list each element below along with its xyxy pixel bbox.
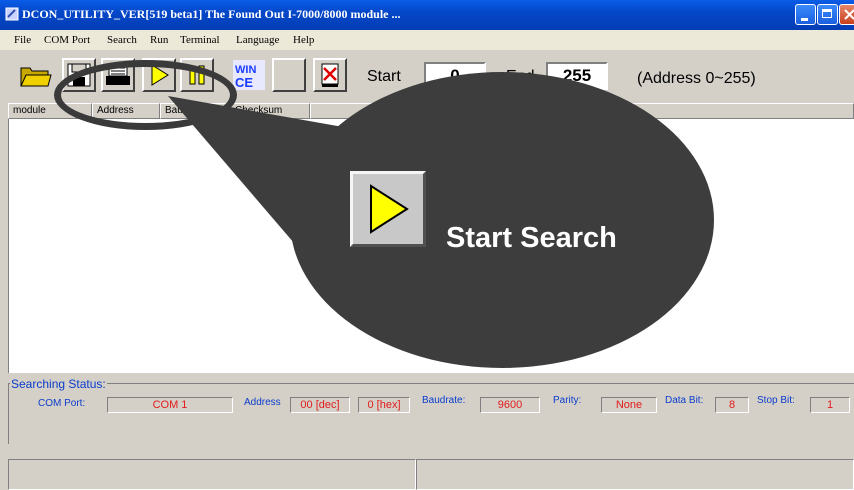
menu-run[interactable]: Run	[150, 34, 168, 46]
parity-value: None	[601, 397, 657, 413]
address-dec-value: 00 [dec]	[290, 397, 350, 413]
minimize-button[interactable]	[795, 4, 816, 25]
status-frame	[8, 383, 854, 444]
baudrate-value: 9600	[480, 397, 540, 413]
stop-bit-value: 1	[810, 397, 850, 413]
maximize-button[interactable]	[817, 4, 838, 25]
com-port-value: COM 1	[107, 397, 233, 413]
status-legend: Searching Status:	[10, 377, 107, 391]
data-bit-label: Data Bit:	[665, 395, 704, 406]
blank-toolbar-button[interactable]	[272, 58, 306, 92]
menu-com-port[interactable]: COM Port	[44, 34, 90, 46]
window-title: DCON_UTILITY_VER[519 beta1] The Found Ou…	[22, 7, 401, 21]
wince-icon: WIN CE	[233, 60, 265, 90]
column-checksum[interactable]: Checksum	[230, 103, 310, 119]
start-label: Start	[367, 68, 401, 85]
play-icon	[370, 184, 409, 234]
data-bit-value: 8	[715, 397, 749, 413]
callout-play-button	[350, 171, 426, 247]
menu-terminal[interactable]: Terminal	[180, 34, 220, 46]
app-icon	[5, 7, 19, 21]
open-folder-icon	[20, 67, 52, 87]
menu-help[interactable]: Help	[293, 34, 314, 46]
close-button[interactable]	[839, 4, 854, 25]
status-bar-panel-left	[8, 459, 416, 490]
menu-bar: File COM Port Search Run Terminal Langua…	[0, 30, 854, 50]
open-button[interactable]	[18, 58, 52, 92]
highlight-ring	[54, 60, 237, 130]
maximize-icon	[822, 9, 832, 18]
wince-button[interactable]: WIN CE	[232, 58, 266, 92]
status-bar-panel-right	[416, 459, 854, 490]
menu-language[interactable]: Language	[236, 34, 279, 46]
menu-search[interactable]: Search	[107, 34, 137, 46]
stop-bit-label: Stop Bit:	[757, 395, 795, 406]
svg-text:CE: CE	[235, 75, 253, 90]
status-bar	[8, 459, 854, 490]
stop-icon	[321, 63, 339, 87]
callout-text: Start Search	[446, 222, 617, 254]
minimize-icon	[801, 18, 808, 21]
searching-status-group: Searching Status: COM Port: COM 1 Addres…	[8, 377, 854, 447]
stop-button[interactable]	[313, 58, 347, 92]
close-icon	[844, 9, 854, 20]
menu-file[interactable]: File	[14, 34, 31, 46]
baudrate-label: Baudrate:	[422, 395, 466, 406]
title-bar: DCON_UTILITY_VER[519 beta1] The Found Ou…	[0, 0, 854, 30]
address-hex-value: 0 [hex]	[358, 397, 410, 413]
com-port-label: COM Port:	[38, 398, 86, 409]
address-range-hint: (Address 0~255)	[637, 70, 756, 87]
address-label: Address	[244, 397, 281, 408]
parity-label: Parity:	[553, 395, 582, 406]
